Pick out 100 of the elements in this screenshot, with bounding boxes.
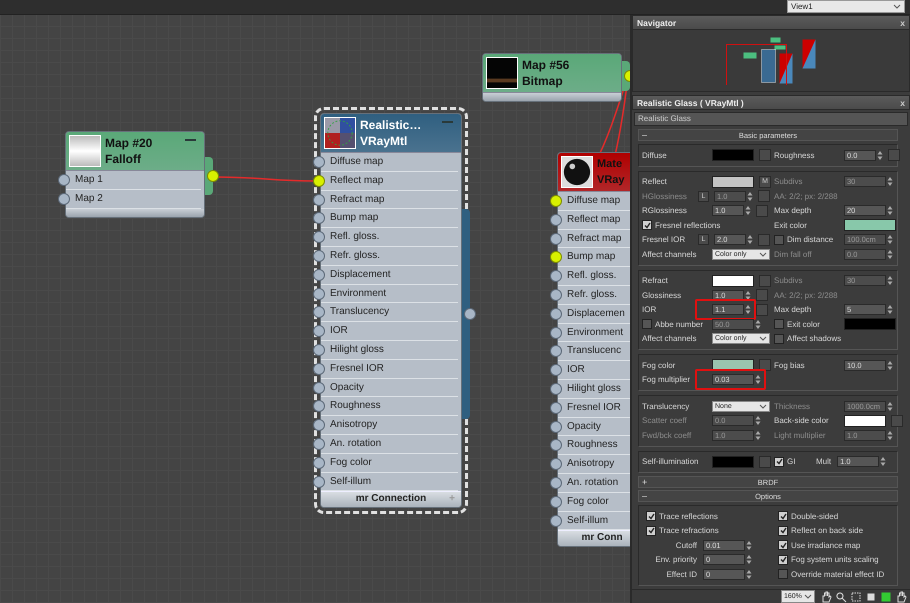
checkbox[interactable]	[778, 511, 788, 522]
checkbox[interactable]	[774, 334, 784, 344]
region-zoom-icon[interactable]	[850, 590, 862, 602]
checkbox[interactable]	[642, 220, 652, 230]
slot-label: Anisotropy	[329, 419, 378, 430]
input-socket[interactable]	[313, 325, 325, 338]
checkbox-label: Exit color	[787, 320, 820, 329]
caret-icon	[759, 336, 767, 342]
slot-label: Environment	[566, 326, 624, 338]
input-socket[interactable]	[550, 270, 562, 282]
field-label: Fresnel IOR	[642, 235, 686, 244]
pan-hand-icon[interactable]	[820, 590, 832, 602]
checkbox-label: Trace refractions	[659, 526, 719, 536]
slot-label: Refract map	[566, 232, 622, 244]
output-socket[interactable]	[207, 170, 219, 182]
input-socket[interactable]	[313, 476, 325, 488]
color-swatch[interactable]	[844, 318, 896, 330]
input-socket[interactable]	[58, 192, 70, 205]
checkbox[interactable]	[778, 554, 788, 565]
preview-thumbnail	[561, 156, 593, 188]
input-socket[interactable]	[313, 362, 325, 375]
spinner-arrows-icon	[755, 415, 761, 426]
input-socket[interactable]	[313, 438, 325, 450]
input-socket[interactable]	[550, 289, 562, 301]
node-card[interactable]: Map #56 Bitmap	[482, 53, 622, 102]
input-socket[interactable]	[550, 439, 562, 452]
color-swatch[interactable]	[712, 149, 754, 162]
checkbox-label: Use irradiance map	[791, 540, 860, 550]
spinner-arrows-icon	[887, 275, 893, 286]
slot-label: Roughness	[566, 439, 618, 450]
input-socket[interactable]	[550, 308, 562, 320]
input-socket[interactable]	[313, 400, 325, 412]
input-socket[interactable]	[550, 232, 562, 245]
spinner-arrows-icon	[746, 540, 752, 551]
slot-label: Refract map	[329, 194, 384, 205]
input-socket[interactable]	[313, 174, 325, 187]
color-swatch[interactable]	[844, 414, 886, 427]
spinner-arrows-icon	[887, 400, 893, 412]
checkbox[interactable]	[642, 319, 652, 330]
color-swatch[interactable]	[712, 176, 754, 188]
input-socket[interactable]	[550, 214, 562, 226]
spinner-arrows-icon	[755, 374, 761, 386]
checkbox[interactable]	[778, 569, 788, 580]
input-socket[interactable]	[550, 496, 562, 508]
input-socket[interactable]	[313, 212, 325, 224]
input-socket[interactable]	[550, 420, 562, 433]
checkbox[interactable]	[774, 234, 784, 245]
node-card[interactable]: Map #20 Falloff Map 1 Map 2	[65, 131, 205, 218]
zoom-icon[interactable]	[835, 590, 847, 602]
input-socket[interactable]	[313, 456, 325, 469]
field-label: Self-illumination	[642, 457, 700, 466]
field-label: Max depth	[774, 206, 812, 216]
input-socket[interactable]	[313, 250, 325, 262]
input-socket[interactable]	[550, 326, 562, 339]
checkbox-label: Trace reflections	[659, 512, 718, 521]
pan-hand-icon[interactable]	[895, 590, 907, 602]
square-icon[interactable]	[880, 590, 892, 602]
slot-label: Hilight gloss	[329, 344, 384, 355]
input-socket[interactable]	[313, 306, 325, 318]
checkbox[interactable]	[778, 526, 788, 536]
slot-label: Roughness	[329, 400, 381, 412]
input-socket[interactable]	[313, 268, 325, 281]
color-swatch[interactable]	[712, 274, 754, 287]
checkbox[interactable]	[646, 511, 656, 522]
checkbox[interactable]	[774, 456, 784, 467]
input-socket[interactable]	[550, 364, 562, 376]
node-card[interactable]	[557, 152, 630, 548]
input-socket[interactable]	[313, 231, 325, 244]
slot-label: Reflect map	[329, 174, 384, 186]
material-name-field[interactable]: Realistic Glass	[634, 112, 908, 126]
checkbox[interactable]	[778, 540, 788, 550]
input-socket[interactable]	[550, 383, 562, 395]
view-dropdown[interactable]: View1	[787, 0, 905, 13]
input-socket[interactable]	[58, 174, 70, 186]
input-socket[interactable]	[313, 288, 325, 300]
input-socket[interactable]	[313, 419, 325, 432]
checkbox[interactable]	[646, 526, 656, 536]
input-socket[interactable]	[313, 194, 325, 206]
slot-label: Opacity	[566, 420, 601, 432]
map-slot-button[interactable]	[759, 359, 771, 372]
close-button[interactable]: x	[900, 98, 905, 108]
slot-label: Diffuse map	[329, 156, 384, 167]
input-socket[interactable]	[550, 477, 562, 489]
input-socket[interactable]	[313, 382, 325, 394]
input-socket[interactable]	[550, 458, 562, 470]
input-socket[interactable]	[550, 345, 562, 358]
field-label: Dim fall off	[774, 250, 813, 259]
input-socket[interactable]	[550, 195, 562, 207]
color-swatch[interactable]	[844, 219, 896, 232]
input-socket[interactable]	[313, 156, 325, 168]
input-socket[interactable]	[313, 344, 325, 356]
input-socket[interactable]	[550, 402, 562, 414]
frame-icon[interactable]	[865, 590, 877, 602]
input-socket[interactable]	[550, 514, 562, 527]
input-socket[interactable]	[550, 251, 562, 264]
color-swatch[interactable]	[712, 456, 754, 468]
checkbox[interactable]	[774, 319, 784, 330]
close-button[interactable]: x	[900, 18, 905, 28]
slot-label: IOR	[329, 325, 348, 336]
output-socket[interactable]	[464, 308, 476, 320]
